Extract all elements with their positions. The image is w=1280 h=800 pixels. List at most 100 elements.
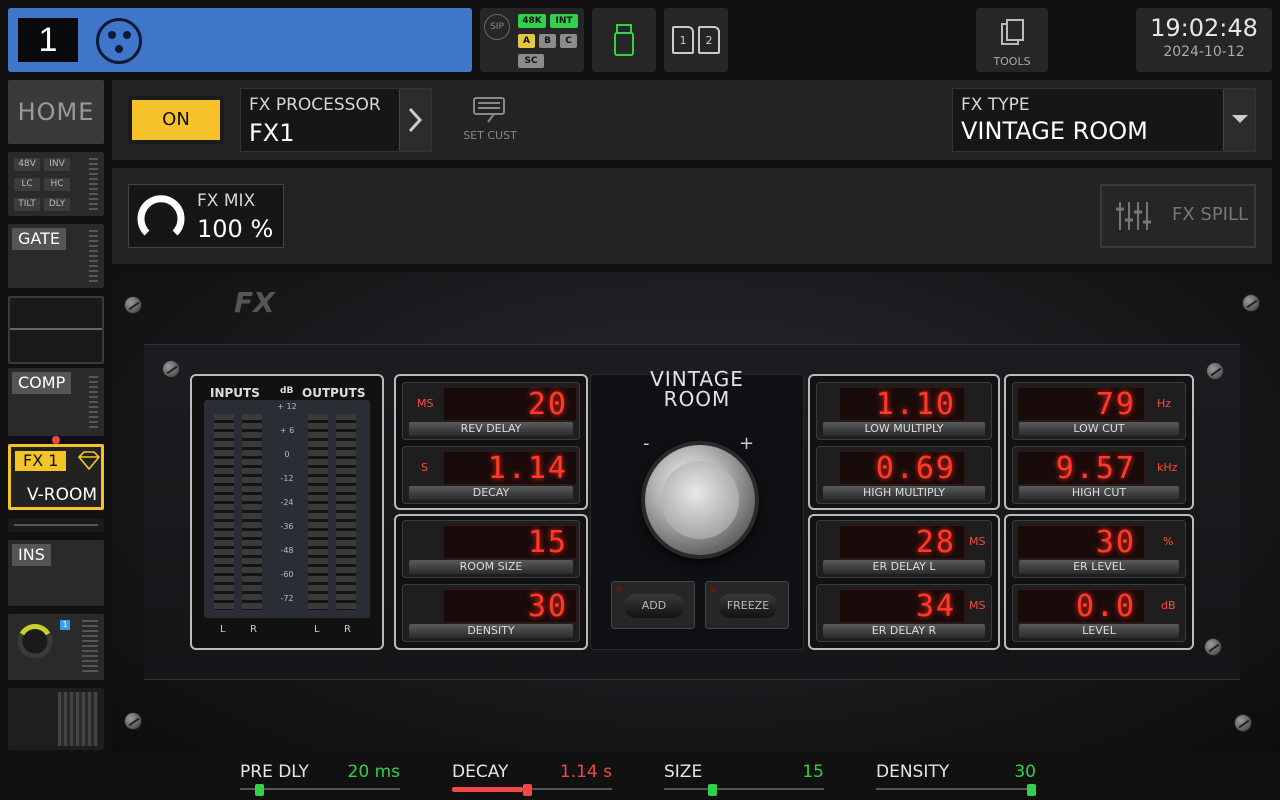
output-r-label: R: [344, 624, 351, 635]
er-delay-r-display: 34: [839, 589, 965, 624]
room-size-param[interactable]: 15 ROOM SIZE: [402, 520, 580, 578]
er-level-param[interactable]: 30 % ER LEVEL: [1012, 520, 1186, 578]
input-options-block[interactable]: 48V INV LC HC TILT DLY: [8, 152, 104, 216]
low-cut-display: 79: [1017, 387, 1145, 422]
rev-delay-label: REV DELAY: [409, 422, 573, 436]
low-cut-param[interactable]: 79 Hz LOW CUT: [1012, 382, 1186, 440]
er-delay-l-label: ER DELAY L: [823, 560, 985, 574]
meter-tick: -48: [280, 546, 294, 555]
keyboard-icon: [473, 97, 505, 123]
fx-processor-next[interactable]: [399, 89, 431, 151]
fader-block[interactable]: [8, 688, 104, 750]
rev-delay-param[interactable]: MS 20 REV DELAY: [402, 382, 580, 440]
screw-icon: [124, 296, 142, 314]
high-cut-unit: kHz: [1157, 461, 1178, 474]
density-param[interactable]: 30 DENSITY: [402, 584, 580, 642]
tools-button[interactable]: TOOLS: [976, 8, 1048, 72]
gate-block[interactable]: GATE: [8, 224, 104, 288]
bottom-param-density[interactable]: DENSITY 30: [876, 760, 1036, 796]
vintage-room-plugin: FX INPUTS dB OUTPUTS + 12 + 6 0 -12 -24 …: [112, 272, 1280, 752]
usb-button[interactable]: [592, 8, 656, 72]
clock-date: 2024-10-12: [1163, 44, 1245, 60]
set-custom-label: SET CUST: [463, 129, 517, 142]
er-level-display: 30: [1017, 525, 1145, 560]
screw-icon: [1206, 362, 1224, 380]
screw-icon: [162, 360, 180, 378]
home-button[interactable]: HOME: [8, 80, 104, 144]
high-multiply-label: HIGH MULTIPLY: [823, 486, 985, 500]
freeze-button[interactable]: FREEZE: [705, 581, 789, 629]
add-button[interactable]: ADD: [611, 581, 695, 629]
low-multiply-display: 1.10: [839, 387, 965, 422]
clock-time: 19:02:48: [1150, 14, 1258, 42]
level-label: LEVEL: [1019, 624, 1179, 638]
documents-icon: [1001, 19, 1024, 45]
high-cut-display: 9.57: [1017, 451, 1145, 486]
tools-label: TOOLS: [993, 55, 1031, 68]
screw-icon: [1204, 638, 1222, 656]
channel-number: 1: [18, 18, 78, 62]
diamond-icon: [77, 451, 101, 471]
add-label: ADD: [624, 594, 684, 618]
screw-icon: [1234, 714, 1252, 732]
param-slider-thumb[interactable]: [523, 784, 532, 796]
high-multiply-param[interactable]: 0.69 HIGH MULTIPLY: [816, 446, 992, 504]
sync-status-panel[interactable]: SIP 48K INT A B C SC: [480, 8, 584, 72]
low-multiply-label: LOW MULTIPLY: [823, 422, 985, 436]
fx-processor-label: FX PROCESSOR: [249, 95, 381, 115]
fx-type-dropdown[interactable]: [1223, 89, 1255, 151]
fx1-tag: FX 1: [15, 451, 67, 471]
clock-display: 19:02:48 2024-10-12: [1136, 8, 1272, 72]
comp-block[interactable]: COMP: [8, 368, 104, 436]
meter-outputs-label: OUTPUTS: [302, 386, 366, 400]
low-cut-label: LOW CUT: [1019, 422, 1179, 436]
fx-type-label: FX TYPE: [961, 95, 1030, 115]
er-delay-r-param[interactable]: 34 MS ER DELAY R: [816, 584, 992, 642]
bottom-param-size[interactable]: SIZE 15: [664, 760, 824, 796]
high-multiply-display: 0.69: [839, 451, 965, 486]
main-knob[interactable]: [645, 445, 755, 555]
bus-number-badge: 1: [60, 620, 70, 630]
gate-meter: [89, 230, 98, 282]
fx-mix-control[interactable]: FX MIX 100 %: [128, 184, 284, 248]
param-track: [876, 788, 1036, 790]
set-custom-button[interactable]: SET CUST: [456, 92, 524, 148]
fx-type-value: VINTAGE ROOM: [961, 117, 1148, 145]
channel-header[interactable]: 1: [8, 8, 472, 72]
param-name: DECAY: [452, 762, 509, 782]
fx-type-selector[interactable]: FX TYPE VINTAGE ROOM: [952, 88, 1256, 152]
input-r-meter: [242, 414, 262, 610]
room-size-display: 15: [443, 525, 577, 560]
low-multiply-param[interactable]: 1.10 LOW MULTIPLY: [816, 382, 992, 440]
param-slider-thumb[interactable]: [708, 784, 717, 796]
density-label: DENSITY: [409, 624, 573, 638]
high-cut-param[interactable]: 9.57 kHz HIGH CUT: [1012, 446, 1186, 504]
level-unit: dB: [1161, 599, 1176, 612]
chip-a: A: [518, 34, 535, 48]
er-delay-l-param[interactable]: 28 MS ER DELAY L: [816, 520, 992, 578]
multiply-group: 1.10 LOW MULTIPLY 0.69 HIGH MULTIPLY: [808, 374, 1000, 510]
sip-indicator: SIP: [484, 14, 510, 40]
add-led: [616, 586, 622, 592]
level-param[interactable]: 0.0 dB LEVEL: [1012, 584, 1186, 642]
bus-send-block[interactable]: 1: [8, 614, 104, 680]
eq-block[interactable]: [8, 296, 104, 364]
meter-tick: + 6: [279, 426, 295, 435]
fx1-block[interactable]: FX 1 V-ROOM: [8, 444, 104, 510]
param-slider-thumb[interactable]: [255, 784, 264, 796]
bottom-param-pre-delay[interactable]: PRE DLY 20 ms: [240, 760, 400, 796]
chip-lc: LC: [14, 178, 40, 191]
fx-on-button[interactable]: ON: [128, 96, 224, 144]
chip-inv: INV: [44, 158, 70, 171]
decay-param[interactable]: S 1.14 DECAY: [402, 446, 580, 504]
fx-spill-button[interactable]: FX SPILL: [1100, 184, 1256, 248]
bottom-param-decay[interactable]: DECAY 1.14 s: [452, 760, 612, 796]
fx-processor-value: FX1: [249, 119, 295, 147]
fx-processor-selector[interactable]: FX PROCESSOR FX1: [240, 88, 432, 152]
meter-tick: -72: [280, 594, 294, 603]
insert-block[interactable]: INS: [8, 540, 104, 606]
sd-cards-button[interactable]: 1 2: [664, 8, 728, 72]
param-slider-thumb[interactable]: [1027, 784, 1036, 796]
meter-tick: -36: [280, 522, 294, 531]
io-meter-frame: INPUTS dB OUTPUTS + 12 + 6 0 -12 -24 -36…: [190, 374, 384, 650]
